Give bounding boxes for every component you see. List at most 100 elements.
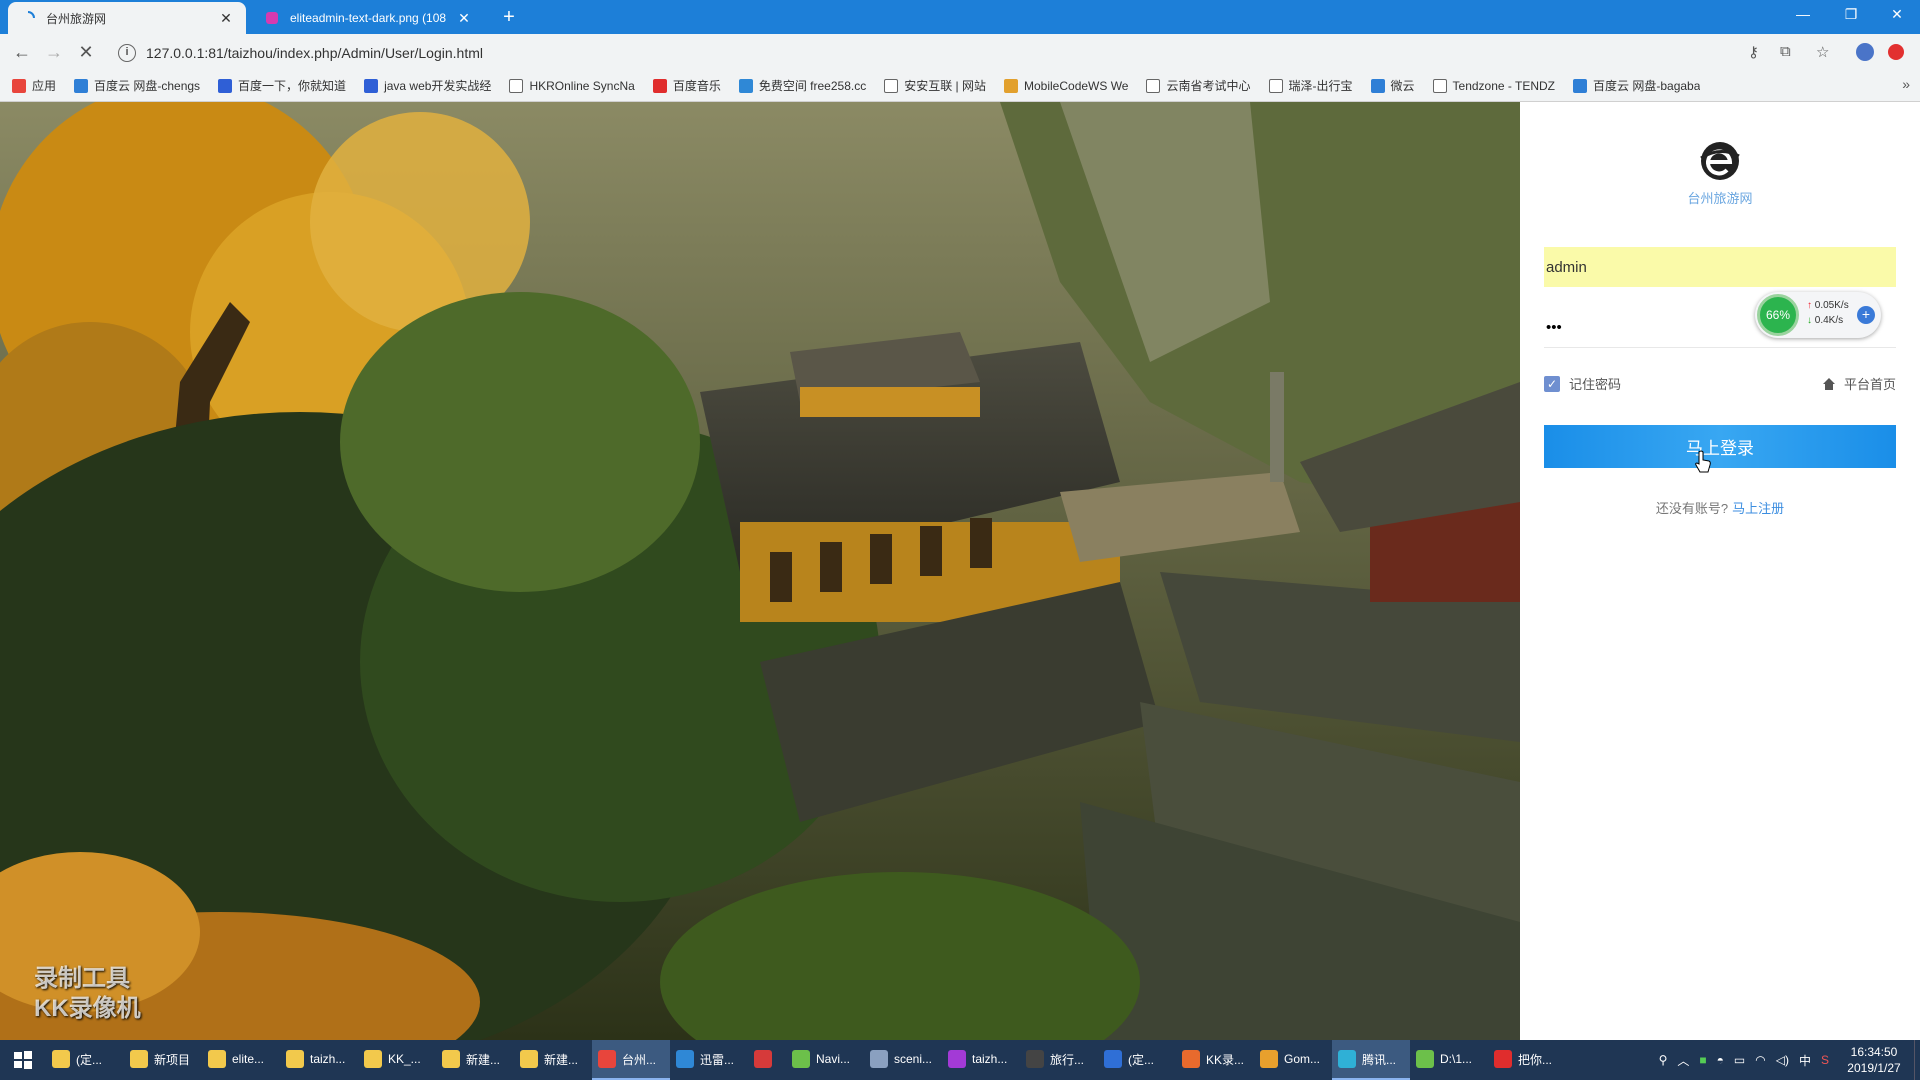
back-arrow-icon[interactable]: ← xyxy=(10,41,34,65)
baidu-paw-icon xyxy=(218,78,233,93)
battery-icon[interactable]: ▭ xyxy=(1734,1053,1745,1067)
address-bar[interactable]: i 127.0.0.1:81/taizhou/index.php/Admin/U… xyxy=(112,39,1750,66)
password-key-icon[interactable]: ⚷ xyxy=(1748,43,1759,61)
bookmark-item[interactable]: 百度云 网盘-bagaba xyxy=(1573,77,1700,94)
people-icon[interactable]: ⚲ xyxy=(1659,1053,1668,1067)
phpstorm-icon xyxy=(948,1050,966,1068)
folder-icon xyxy=(286,1050,304,1068)
watermark-line-1: 录制工具 xyxy=(34,965,130,992)
accelerate-plus-icon[interactable]: + xyxy=(1857,306,1875,324)
netease-music-icon xyxy=(1494,1050,1512,1068)
taskbar-app-button[interactable]: 腾讯... xyxy=(1332,1040,1410,1080)
extension-adblock-icon[interactable] xyxy=(1888,44,1904,60)
close-window-button[interactable]: ✕ xyxy=(1874,0,1920,30)
login-submit-button[interactable]: 马上登录 xyxy=(1544,425,1896,468)
platform-home-link[interactable]: 平台首页 xyxy=(1822,374,1896,393)
bookmark-star-icon[interactable]: ☆ xyxy=(1816,43,1829,61)
minimize-button[interactable]: — xyxy=(1780,0,1826,30)
bookmark-label: 安安互联 | 网站 xyxy=(904,79,986,93)
image-tab-icon xyxy=(264,10,280,26)
tab-taizhou-travel[interactable]: 台州旅游网 ✕ xyxy=(8,2,246,34)
bookmark-item[interactable]: MobileCodeWS We xyxy=(1004,78,1128,93)
taskbar-app-button[interactable]: taizh... xyxy=(280,1040,358,1080)
taskbar-app-button[interactable]: Gom... xyxy=(1254,1040,1332,1080)
eliteadmin-logo-icon xyxy=(1700,142,1740,180)
bookmark-item[interactable]: 百度一下，你就知道 xyxy=(218,77,346,94)
browser-toolbar: ← → ✕ i 127.0.0.1:81/taizhou/index.php/A… xyxy=(0,34,1920,70)
bookmark-item[interactable]: 免费空间 free258.cc xyxy=(738,77,866,94)
bookmark-item[interactable]: 安安互联 | 网站 xyxy=(884,77,986,94)
volume-icon[interactable]: ◁) xyxy=(1776,1053,1789,1067)
download-speed-value: 0.4K/s xyxy=(1814,315,1844,326)
register-link[interactable]: 马上注册 xyxy=(1732,501,1784,516)
tab-close-icon[interactable]: ✕ xyxy=(456,10,472,27)
taskbar-app-button[interactable]: 迅雷... xyxy=(670,1040,748,1080)
taskbar-app-label: 把你... xyxy=(1518,1052,1553,1067)
bookmark-item[interactable]: java web开发实战经 xyxy=(364,77,491,94)
site-info-icon[interactable]: i xyxy=(118,43,136,62)
tray-expand-chevron-icon[interactable]: ︿ xyxy=(1677,1052,1689,1069)
translate-icon[interactable]: ⧉ xyxy=(1780,43,1791,60)
taskbar-app-label: 新建... xyxy=(466,1052,501,1067)
bookmarks-overflow-chevron-icon[interactable]: » xyxy=(1902,76,1910,92)
clock-time: 16:34:50 xyxy=(1850,1045,1898,1059)
taskbar-app-button[interactable]: KK_... xyxy=(358,1040,436,1080)
taskbar-app-button[interactable]: 新项目 xyxy=(124,1040,202,1080)
bookmark-label: java web开发实战经 xyxy=(384,79,492,93)
bookmark-item[interactable]: 瑞泽-出行宝 xyxy=(1268,77,1353,94)
taskbar-app-button[interactable]: 新建... xyxy=(514,1040,592,1080)
bookmark-item[interactable]: Tendzone - TENDZ xyxy=(1432,78,1555,93)
bookmark-item[interactable]: HKROnline SyncNa xyxy=(509,78,635,93)
register-prompt: 还没有账号? 马上注册 xyxy=(1520,498,1920,517)
bookmark-label: 百度音乐 xyxy=(672,79,721,93)
taskbar-app-label: KK录... xyxy=(1206,1052,1245,1067)
taskbar-app-button[interactable]: 新建... xyxy=(436,1040,514,1080)
tab-eliteadmin-image[interactable]: eliteadmin-text-dark.png (108 ✕ xyxy=(252,2,484,34)
system-clock[interactable]: 16:34:50 2019/1/27 xyxy=(1834,1044,1914,1076)
username-input[interactable] xyxy=(1544,247,1896,287)
windows-start-button[interactable] xyxy=(0,1040,46,1080)
checkbox-checked-icon[interactable]: ✓ xyxy=(1544,375,1560,392)
taskbar-app-button[interactable]: taizh... xyxy=(942,1040,1020,1080)
remember-password-label: 记住密码 xyxy=(1569,377,1622,392)
bookmark-item[interactable]: 百度音乐 xyxy=(652,77,721,94)
taskbar-app-button[interactable]: elite... xyxy=(202,1040,280,1080)
taskbar-app-button[interactable]: 把你... xyxy=(1488,1040,1566,1080)
extension-cloud-icon[interactable] xyxy=(1856,43,1874,61)
forward-arrow-icon[interactable]: → xyxy=(42,41,66,65)
upload-speed: ↑ 0.05K/s xyxy=(1807,300,1849,311)
stop-loading-icon[interactable]: ✕ xyxy=(74,41,98,65)
clock-date: 2019/1/27 xyxy=(1847,1061,1901,1075)
new-tab-button[interactable]: + xyxy=(498,6,520,28)
bookmark-item[interactable]: 微云 xyxy=(1370,77,1415,94)
remember-password-checkbox[interactable]: ✓ 记住密码 xyxy=(1544,374,1621,393)
bookmark-label: 百度云 网盘-bagaba xyxy=(1593,79,1701,93)
taskbar-app-button[interactable]: Navi... xyxy=(786,1040,864,1080)
taskbar-app-button[interactable]: (定... xyxy=(46,1040,124,1080)
page-icon xyxy=(1432,78,1447,93)
taskbar-app-button[interactable] xyxy=(748,1040,786,1080)
bookmark-label: 百度一下，你就知道 xyxy=(238,79,347,93)
taskbar-app-button[interactable]: D:\1... xyxy=(1410,1040,1488,1080)
network-speed-widget[interactable]: 66% ↑ 0.05K/s ↓ 0.4K/s + xyxy=(1755,292,1881,338)
taskbar-app-button[interactable]: (定... xyxy=(1098,1040,1176,1080)
input-method-indicator[interactable]: 中 xyxy=(1799,1052,1811,1069)
taskbar-app-button[interactable]: KK录... xyxy=(1176,1040,1254,1080)
restore-button[interactable]: ❐ xyxy=(1828,0,1874,30)
bookmark-item[interactable]: 云南省考试中心 xyxy=(1146,77,1251,94)
qq-tray-icon[interactable]: ◓ xyxy=(1717,1053,1724,1067)
show-desktop-button[interactable] xyxy=(1914,1040,1920,1080)
wifi-icon[interactable]: ◠ xyxy=(1755,1053,1765,1067)
taskbar-app-button[interactable]: sceni... xyxy=(864,1040,942,1080)
bookmark-item[interactable]: 百度云 网盘-chengs xyxy=(74,77,200,94)
page-icon xyxy=(1146,78,1161,93)
folder-icon xyxy=(364,1050,382,1068)
tab-close-icon[interactable]: ✕ xyxy=(218,10,234,27)
baidu-paw-icon xyxy=(364,78,379,93)
taskbar-app-button[interactable]: 台州... xyxy=(592,1040,670,1080)
sogou-ime-icon[interactable]: S xyxy=(1821,1053,1829,1067)
windows-logo-icon xyxy=(14,1051,32,1069)
bookmark-item[interactable]: 应用 xyxy=(12,77,56,94)
taskbar-app-button[interactable]: 旅行... xyxy=(1020,1040,1098,1080)
security-app-icon[interactable]: ■ xyxy=(1699,1053,1706,1067)
